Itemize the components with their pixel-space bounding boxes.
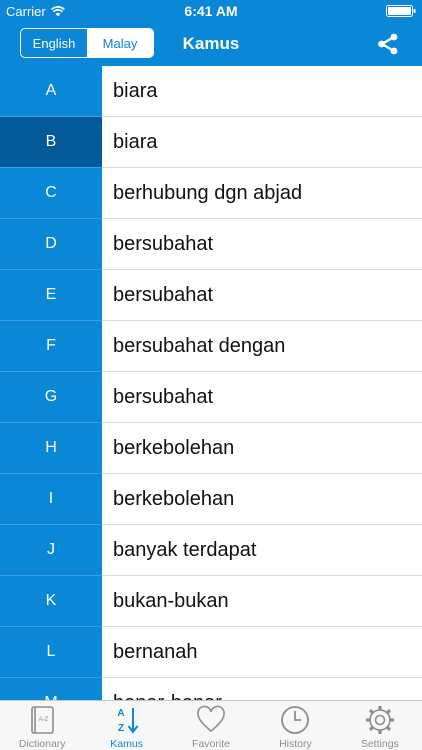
status-bar: Carrier 6:41 AM [0, 0, 422, 22]
share-icon[interactable] [376, 32, 400, 56]
tab-history[interactable]: History [253, 701, 337, 750]
list-item[interactable]: C berhubung dgn abjad [0, 168, 422, 219]
word-text[interactable]: biara [102, 66, 422, 117]
heart-icon [197, 705, 225, 733]
list-item[interactable]: H berkebolehan [0, 423, 422, 474]
tab-label: History [279, 738, 312, 750]
az-sort-icon: A Z [117, 708, 138, 734]
segment-english[interactable]: English [21, 29, 87, 57]
list-item[interactable]: I berkebolehan [0, 474, 422, 525]
index-letter[interactable]: F [0, 321, 102, 372]
tab-label: Kamus [110, 738, 143, 750]
tab-bar: A-Z Dictionary A Z Kamus Favorite Histor… [0, 700, 422, 750]
index-letter[interactable]: I [0, 474, 102, 525]
list-item[interactable]: E bersubahat [0, 270, 422, 321]
svg-text:A-Z: A-Z [39, 717, 49, 723]
list-item[interactable]: J banyak terdapat [0, 525, 422, 576]
word-text[interactable]: berkebolehan [102, 474, 422, 525]
top-bar: Carrier 6:41 AM English Malay Kamus [0, 0, 422, 66]
tab-dictionary[interactable]: A-Z Dictionary [0, 701, 84, 750]
word-text[interactable]: bukan-bukan [102, 576, 422, 627]
list-item[interactable]: G bersubahat [0, 372, 422, 423]
gear-icon [365, 706, 394, 734]
list-item[interactable]: B biara [0, 117, 422, 168]
word-text[interactable]: bersubahat [102, 372, 422, 423]
segment-malay[interactable]: Malay [87, 29, 153, 57]
word-text[interactable]: bersubahat [102, 270, 422, 321]
list-item[interactable]: M benar-benar [0, 678, 422, 700]
tab-favorite[interactable]: Favorite [169, 701, 253, 750]
index-letter[interactable]: E [0, 270, 102, 321]
word-text[interactable]: bersubahat dengan [102, 321, 422, 372]
list-item[interactable]: A biara [0, 66, 422, 117]
list-item[interactable]: K bukan-bukan [0, 576, 422, 627]
svg-text:Z: Z [118, 723, 124, 734]
word-text[interactable]: banyak terdapat [102, 525, 422, 576]
index-letter[interactable]: L [0, 627, 102, 678]
battery-icon [386, 5, 416, 17]
clock-time: 6:41 AM [184, 3, 238, 19]
tab-label: Favorite [192, 738, 230, 750]
word-text[interactable]: bernanah [102, 627, 422, 678]
list-item[interactable]: F bersubahat dengan [0, 321, 422, 372]
tab-settings[interactable]: Settings [338, 701, 422, 750]
word-text[interactable]: biara [102, 117, 422, 168]
dictionary-icon: A-Z [31, 706, 55, 734]
word-text[interactable]: berhubung dgn abjad [102, 168, 422, 219]
index-letter[interactable]: H [0, 423, 102, 474]
tab-kamus[interactable]: A Z Kamus [84, 701, 168, 750]
language-segmented-control: English Malay [20, 28, 154, 58]
clock-icon [281, 706, 310, 734]
index-letter[interactable]: K [0, 576, 102, 627]
page-title: Kamus [182, 34, 240, 53]
index-letter[interactable]: C [0, 168, 102, 219]
index-letter[interactable]: G [0, 372, 102, 423]
index-letter[interactable]: M [0, 678, 102, 700]
list-item[interactable]: L bernanah [0, 627, 422, 678]
word-list: A biara B biara C berhubung dgn abjad D … [0, 66, 422, 700]
word-text[interactable]: berkebolehan [102, 423, 422, 474]
word-text[interactable]: benar-benar [102, 678, 422, 700]
index-letter[interactable]: J [0, 525, 102, 576]
index-letter[interactable]: D [0, 219, 102, 270]
navigation-bar: English Malay Kamus [0, 22, 422, 66]
svg-text:A: A [117, 708, 124, 719]
tab-label: Settings [360, 738, 399, 750]
list-item[interactable]: D bersubahat [0, 219, 422, 270]
index-letter[interactable]: A [0, 66, 102, 117]
word-text[interactable]: bersubahat [102, 219, 422, 270]
tab-label: Dictionary [18, 738, 66, 750]
index-letter-selected[interactable]: B [0, 117, 102, 168]
